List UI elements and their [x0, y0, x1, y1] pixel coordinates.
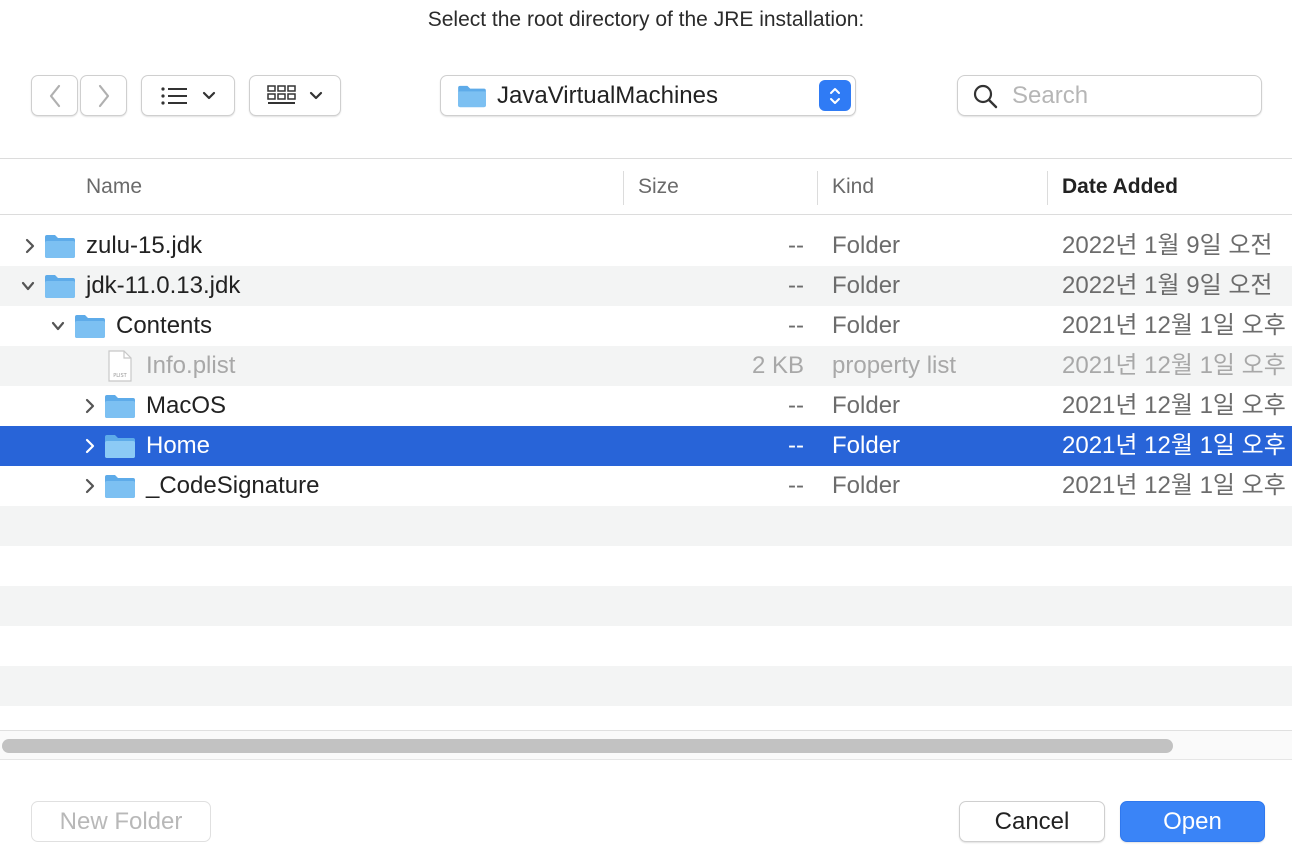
file-kind: Folder	[832, 272, 901, 299]
file-size: 2 KB	[751, 352, 804, 379]
table-row: PLIST Info.plist 2 KB property list 2021…	[0, 346, 1292, 386]
open-button[interactable]: Open	[1120, 801, 1265, 842]
file-size: --	[788, 392, 804, 419]
empty-row	[0, 506, 1292, 546]
cancel-button[interactable]: Cancel	[959, 801, 1105, 842]
table-row[interactable]: MacOS -- Folder 2021년 12월 1일 오후	[0, 386, 1292, 426]
column-header: Name Size Kind Date Added	[0, 159, 1292, 215]
forward-button[interactable]	[80, 75, 127, 116]
column-size-header[interactable]: Size	[638, 159, 679, 215]
file-name: Home	[146, 432, 211, 459]
search-icon	[973, 84, 998, 108]
header-divider	[0, 214, 1292, 215]
file-name: Info.plist	[146, 352, 236, 379]
table-row[interactable]: Contents -- Folder 2021년 12월 1일 오후	[0, 306, 1292, 346]
file-kind: Folder	[832, 472, 901, 499]
chevron-right-icon[interactable]	[22, 236, 38, 256]
chevron-down-icon[interactable]	[20, 276, 36, 296]
folder-icon	[45, 275, 75, 298]
file-name: MacOS	[146, 392, 227, 419]
list-view-icon	[161, 86, 187, 105]
file-list: zulu-15.jdk -- Folder 2022년 1월 9일 오전 jdk…	[0, 226, 1292, 706]
column-divider[interactable]	[623, 171, 624, 205]
column-divider[interactable]	[1047, 171, 1048, 205]
location-label: JavaVirtualMachines	[497, 81, 719, 109]
column-divider[interactable]	[817, 171, 818, 205]
icon-view-button[interactable]	[249, 75, 341, 116]
file-kind: Folder	[832, 312, 901, 339]
file-date-added: 2021년 12월 1일 오후	[1062, 392, 1286, 419]
list-view-button[interactable]	[141, 75, 235, 116]
chevron-right-icon[interactable]	[82, 396, 98, 416]
grid-view-icon	[267, 84, 296, 104]
folder-icon	[105, 395, 135, 418]
plist-icon-label: PLIST	[113, 373, 127, 379]
file-kind: Folder	[832, 432, 901, 459]
up-down-chevron-icon	[830, 87, 840, 104]
empty-row	[0, 546, 1292, 586]
empty-row	[0, 626, 1292, 666]
table-row[interactable]: _CodeSignature -- Folder 2021년 12월 1일 오후	[0, 466, 1292, 506]
file-size: --	[788, 312, 804, 339]
file-kind: property list	[832, 352, 957, 379]
file-date-added: 2022년 1월 9일 오전	[1062, 272, 1273, 299]
folder-icon	[458, 85, 486, 107]
table-row[interactable]: jdk-11.0.13.jdk -- Folder 2022년 1월 9일 오전	[0, 266, 1292, 306]
folder-icon	[75, 315, 105, 338]
file-size: --	[788, 232, 804, 259]
search-field[interactable]	[957, 75, 1262, 116]
file-name: Contents	[116, 312, 213, 339]
file-date-added: 2022년 1월 9일 오전	[1062, 232, 1273, 259]
chevron-right-icon[interactable]	[82, 476, 98, 496]
table-row[interactable]: zulu-15.jdk -- Folder 2022년 1월 9일 오전	[0, 226, 1292, 266]
column-name-header[interactable]: Name	[86, 159, 142, 215]
file-name: zulu-15.jdk	[86, 232, 203, 259]
file-size: --	[788, 272, 804, 299]
search-input[interactable]	[1010, 80, 1244, 111]
chevron-right-icon[interactable]	[82, 436, 98, 456]
chevron-down-icon	[309, 91, 323, 99]
chevron-down-icon	[202, 91, 216, 99]
empty-row	[0, 586, 1292, 626]
file-date-added: 2021년 12월 1일 오후	[1062, 432, 1286, 459]
folder-icon	[105, 475, 135, 498]
file-size: --	[788, 472, 804, 499]
file-size: --	[788, 432, 804, 459]
plist-file-icon: PLIST	[108, 350, 132, 382]
dialog-title: Select the root directory of the JRE ins…	[427, 8, 865, 31]
file-date-added: 2021년 12월 1일 오후	[1062, 312, 1286, 339]
folder-icon	[45, 235, 75, 258]
column-kind-header[interactable]: Kind	[832, 159, 874, 215]
back-button[interactable]	[31, 75, 78, 116]
location-popup[interactable]: JavaVirtualMachines	[440, 75, 856, 116]
location-stepper[interactable]	[819, 80, 851, 111]
folder-icon	[105, 435, 135, 458]
file-name: jdk-11.0.13.jdk	[86, 272, 241, 299]
column-date-added-header[interactable]: Date Added	[1062, 159, 1178, 215]
new-folder-button[interactable]: New Folder	[31, 801, 211, 842]
table-row-selected[interactable]: Home -- Folder 2021년 12월 1일 오후	[0, 426, 1292, 466]
file-kind: Folder	[832, 232, 901, 259]
chevron-left-icon	[49, 84, 60, 107]
file-date-added: 2021년 12월 1일 오후	[1062, 472, 1286, 499]
horizontal-scrollbar-thumb[interactable]	[2, 739, 1173, 753]
empty-row	[0, 666, 1292, 706]
chevron-right-icon	[98, 84, 109, 107]
file-kind: Folder	[832, 392, 901, 419]
chevron-down-icon[interactable]	[50, 316, 66, 336]
file-date-added: 2021년 12월 1일 오후	[1062, 352, 1286, 379]
file-name: _CodeSignature	[146, 472, 320, 499]
